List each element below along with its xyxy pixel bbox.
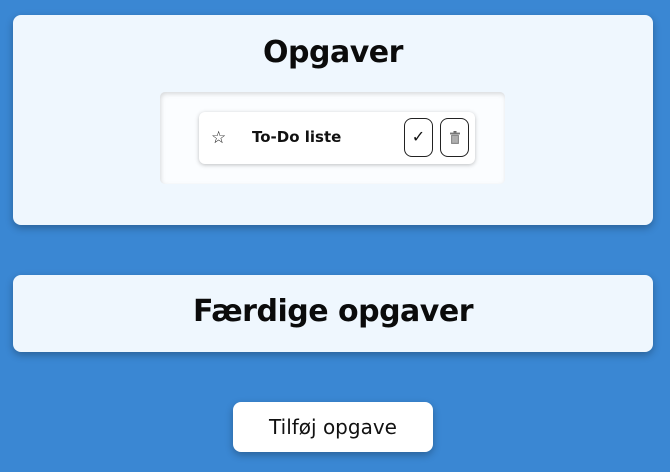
tasks-card: Opgaver ☆ To-Do liste ✓: [13, 15, 653, 225]
completed-tasks-heading: Færdige opgaver: [193, 294, 474, 329]
add-task-button[interactable]: Tilføj opgave: [233, 402, 433, 452]
completed-tasks-card: Færdige opgaver: [13, 275, 653, 352]
tasks-heading: Opgaver: [263, 35, 403, 70]
trash-icon: [449, 131, 460, 144]
task-label: To-Do liste: [252, 128, 342, 146]
checkmark-icon: ✓: [411, 128, 426, 146]
delete-task-button[interactable]: [440, 118, 469, 157]
star-outline-icon[interactable]: ☆: [211, 128, 226, 148]
complete-task-button[interactable]: ✓: [404, 118, 433, 157]
task-item[interactable]: ☆ To-Do liste ✓: [199, 112, 475, 164]
task-list: ☆ To-Do liste ✓: [160, 92, 505, 184]
